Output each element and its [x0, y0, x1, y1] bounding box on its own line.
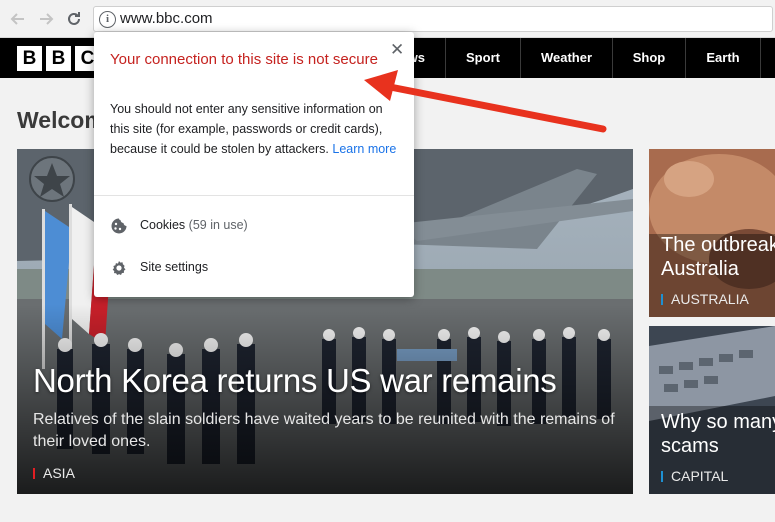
- connection-warning-title: Your connection to this site is not secu…: [110, 51, 378, 68]
- cookies-count: (59 in use): [188, 218, 248, 232]
- arrow-left-icon: [10, 13, 24, 25]
- reload-button[interactable]: [64, 9, 84, 29]
- side-story-1-headline[interactable]: The outbreak Australia: [661, 233, 775, 281]
- side-story-1-tag[interactable]: AUSTRALIA: [661, 291, 749, 307]
- hero-tag[interactable]: ASIA: [33, 465, 75, 481]
- hero-headline[interactable]: North Korea returns US war remains: [33, 362, 557, 400]
- popup-divider: [94, 195, 414, 196]
- cookie-icon: [111, 218, 127, 234]
- side-story-2[interactable]: Why so many scams CAPITAL: [649, 326, 775, 494]
- welcome-heading: Welcom: [17, 107, 105, 133]
- bbc-logo-letter[interactable]: B: [46, 46, 71, 71]
- arrow-right-icon: [40, 13, 54, 25]
- side-story-1-tag-label: AUSTRALIA: [671, 291, 749, 307]
- side-story-2-headline[interactable]: Why so many scams: [661, 410, 775, 458]
- reload-icon: [68, 12, 80, 25]
- connection-warning-body: You should not enter any sensitive infor…: [110, 99, 402, 159]
- side-story-2-headline-line: scams: [661, 435, 719, 457]
- side-story-2-headline-line: Why so many: [661, 411, 775, 433]
- forward-button[interactable]: [36, 9, 56, 29]
- back-button[interactable]: [8, 9, 28, 29]
- cookies-row[interactable]: Cookies (59 in use): [110, 214, 400, 238]
- info-icon[interactable]: i: [99, 11, 116, 28]
- hero-summary: Relatives of the slain soldiers have wai…: [33, 411, 615, 450]
- nav-sport[interactable]: Sport: [445, 38, 520, 78]
- side-story-2-tag-label: CAPITAL: [671, 468, 729, 484]
- url-text[interactable]: www.bbc.com: [120, 10, 213, 27]
- nav-earth[interactable]: Earth: [685, 38, 760, 78]
- side-story-1[interactable]: The outbreak Australia AUSTRALIA: [649, 149, 775, 317]
- cookies-label: Cookies: [140, 218, 186, 232]
- side-story-2-tag[interactable]: CAPITAL: [661, 468, 728, 484]
- nav-shop[interactable]: Shop: [612, 38, 685, 78]
- side-story-1-headline-line: Australia: [661, 258, 739, 280]
- close-icon[interactable]: ✕: [390, 40, 404, 60]
- hero-tag-label: ASIA: [43, 465, 75, 481]
- nav-weather[interactable]: Weather: [520, 38, 612, 78]
- annotation-arrow-shaft: [381, 82, 607, 133]
- site-settings-row[interactable]: Site settings: [110, 256, 400, 280]
- side-story-1-headline-line: The outbreak: [661, 234, 775, 256]
- site-settings-label: Site settings: [140, 260, 209, 274]
- gear-icon: [112, 261, 126, 275]
- bbc-logo-letter[interactable]: B: [17, 46, 42, 71]
- site-info-popup: ✕ Your connection to this site is not se…: [94, 32, 414, 297]
- address-bar[interactable]: i www.bbc.com: [93, 6, 773, 32]
- nav-more[interactable]: [760, 38, 775, 78]
- cookies-label-group: Cookies (59 in use): [140, 218, 248, 232]
- learn-more-link[interactable]: Learn more: [332, 142, 396, 156]
